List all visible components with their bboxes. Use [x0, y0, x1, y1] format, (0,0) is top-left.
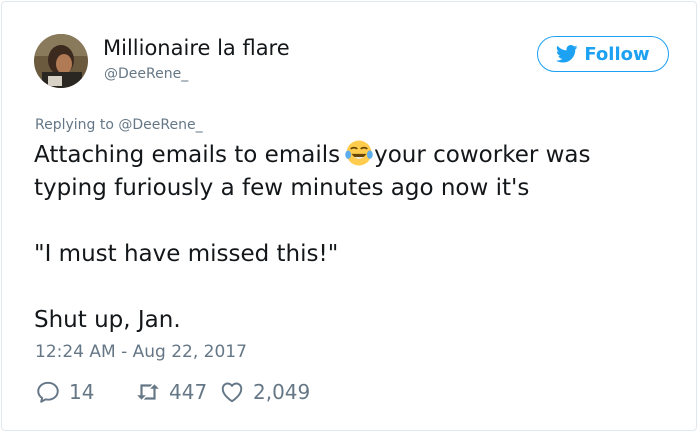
follow-button[interactable]: Follow	[537, 36, 669, 72]
tweet-timestamp[interactable]: 12:24 AM - Aug 22, 2017	[35, 342, 247, 362]
avatar[interactable]	[34, 34, 88, 88]
line-break	[34, 205, 674, 238]
heart-icon	[221, 382, 243, 403]
tweet-line-2: typing furiously a few minutes ago now i…	[34, 175, 530, 201]
retweet-action[interactable]: 447	[135, 379, 207, 405]
follow-button-label: Follow	[584, 43, 650, 65]
line-break	[34, 271, 674, 304]
reply-action[interactable]: 14	[35, 379, 94, 405]
reply-count: 14	[69, 380, 95, 404]
tweet-line-1: Attaching emails to emails your coworker…	[34, 138, 674, 172]
tweet-text: Attaching emails to emails your coworker…	[34, 138, 674, 337]
like-count: 2,049	[253, 380, 311, 404]
tweet-text-segment: Attaching emails to emails	[34, 142, 341, 168]
display-name[interactable]: Millionaire la flare	[103, 36, 290, 60]
tears-of-joy-emoji-icon	[345, 140, 373, 166]
tweet-line-4: Shut up, Jan.	[34, 307, 181, 333]
replying-to-prefix: Replying to	[35, 117, 114, 133]
like-action[interactable]: 2,049	[219, 379, 310, 405]
tweet-text-segment: your coworker was	[374, 142, 591, 168]
avatar-image	[34, 34, 88, 88]
replying-to-handle[interactable]: @DeeRene_	[118, 117, 202, 133]
retweet-count: 447	[169, 380, 208, 404]
replying-to: Replying to @DeeRene_	[35, 117, 203, 133]
tweet-line-3: "I must have missed this!"	[34, 241, 339, 267]
retweet-icon	[137, 384, 159, 400]
reply-icon	[37, 381, 59, 403]
tweet-card: Millionaire la flare @DeeRene_ Follow Re…	[1, 1, 697, 431]
user-handle[interactable]: @DeeRene_	[104, 66, 188, 82]
twitter-bird-icon	[556, 45, 578, 63]
